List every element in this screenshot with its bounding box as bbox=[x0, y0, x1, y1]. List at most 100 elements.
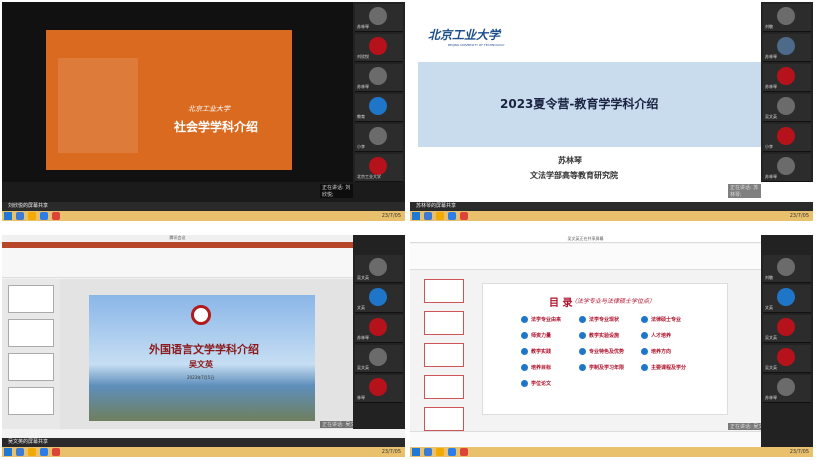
slide-thumbnail[interactable] bbox=[8, 285, 54, 313]
share-bar[interactable]: 吴文英的屏幕共享 bbox=[2, 438, 405, 447]
start-icon[interactable] bbox=[412, 448, 420, 456]
toc-item: 教学实验设施 bbox=[579, 332, 619, 339]
toc-item: 师资力量 bbox=[521, 332, 551, 339]
toc-item: 培养目标 bbox=[521, 364, 551, 371]
participant-panel[interactable]: 刘敬 苏林琴 苏林琴 吴文英 小李 苏林琴 bbox=[761, 2, 813, 182]
slide: 北京工业大学 社会学学科介绍 bbox=[46, 30, 292, 170]
participant-panel[interactable]: 吴文英 文英 苏林琴 吴文英 林琴 bbox=[353, 235, 405, 429]
participant-tile[interactable]: 林琴 bbox=[355, 375, 403, 403]
slide-thumbnail[interactable] bbox=[424, 311, 464, 335]
slide-presenter: 吴文英 bbox=[189, 359, 213, 369]
participant-tile[interactable]: 刘敬 bbox=[763, 255, 811, 283]
slide-thumbnail[interactable] bbox=[424, 343, 464, 367]
participant-tile[interactable]: 吴文英 bbox=[763, 94, 811, 122]
participant-tile[interactable]: 苏林琴 bbox=[355, 4, 403, 32]
participant-tile[interactable]: 苏林琴 bbox=[763, 375, 811, 403]
folder-icon[interactable] bbox=[436, 212, 444, 220]
share-bar[interactable]: 刘欣悦的屏幕共享 bbox=[2, 202, 405, 211]
participant-tile[interactable]: 苏林琴 bbox=[763, 64, 811, 92]
bullet-icon bbox=[579, 316, 586, 323]
participant-tile[interactable]: 教育 bbox=[355, 94, 403, 122]
app-icon[interactable] bbox=[424, 212, 432, 220]
slide-thumbnail[interactable] bbox=[424, 279, 464, 303]
bullet-icon bbox=[521, 348, 528, 355]
slide-thumbnail[interactable] bbox=[424, 407, 464, 431]
bullet-icon bbox=[521, 380, 528, 387]
participant-tile[interactable]: 苏林琴 bbox=[763, 34, 811, 62]
toc-item: 主要课程及学分 bbox=[641, 364, 686, 371]
participant-tile[interactable]: 吴文英 bbox=[355, 345, 403, 373]
participant-tile[interactable]: 文英 bbox=[355, 285, 403, 313]
folder-icon[interactable] bbox=[28, 448, 36, 456]
app-icon[interactable] bbox=[424, 448, 432, 456]
clock: 23/7/05 bbox=[789, 213, 809, 219]
share-bar[interactable]: 苏林琴的屏幕共享 bbox=[410, 202, 813, 211]
slide-canvas[interactable]: 外国语言文学学科介绍 吴文英 2023年7月5日 bbox=[60, 279, 353, 429]
folder-icon[interactable] bbox=[28, 212, 36, 220]
meeting-window-education: 北京工业大学 BEIJING UNIVERSITY OF TECHNOLOGY … bbox=[410, 2, 813, 221]
windows-taskbar[interactable]: 23/7/05 bbox=[410, 447, 813, 457]
chrome-icon[interactable] bbox=[460, 448, 468, 456]
toc-item: 专业特色及优势 bbox=[579, 348, 624, 355]
participant-tile[interactable]: 小李 bbox=[355, 124, 403, 152]
shared-screen: 北京工业大学 社会学学科介绍 正在讲话: 刘欣悦; bbox=[2, 2, 353, 198]
participant-tile[interactable]: 吴文英 bbox=[355, 255, 403, 283]
chrome-icon[interactable] bbox=[52, 448, 60, 456]
slide-title: 外国语言文学学科介绍 bbox=[149, 343, 259, 356]
participant-tile[interactable]: 苏林琴 bbox=[763, 154, 811, 182]
participant-tile[interactable]: 小李 bbox=[763, 124, 811, 152]
bullet-icon bbox=[641, 348, 648, 355]
slide-thumbnail[interactable] bbox=[8, 387, 54, 415]
browser-icon[interactable] bbox=[448, 212, 456, 220]
start-icon[interactable] bbox=[412, 212, 420, 220]
start-icon[interactable] bbox=[4, 212, 12, 220]
participant-tile[interactable]: 北京工业大学 bbox=[355, 154, 403, 182]
chrome-icon[interactable] bbox=[460, 212, 468, 220]
slide-thumbnails[interactable] bbox=[410, 271, 475, 431]
bullet-icon bbox=[641, 364, 648, 371]
toc-item: 人才培养 bbox=[641, 332, 671, 339]
chrome-icon[interactable] bbox=[52, 212, 60, 220]
ribbon[interactable] bbox=[2, 248, 353, 278]
participant-tile[interactable]: 刘敬 bbox=[763, 4, 811, 32]
meeting-toolbar[interactable] bbox=[410, 431, 761, 447]
toc-item: 培养方向 bbox=[641, 348, 671, 355]
clock: 23/7/05 bbox=[381, 449, 401, 455]
slide-title: 2023夏令营-教育学学科介绍 bbox=[500, 97, 659, 111]
slide-thumbnails[interactable] bbox=[2, 279, 60, 429]
clock: 23/7/05 bbox=[381, 213, 401, 219]
browser-icon[interactable] bbox=[448, 448, 456, 456]
window-title: 吴文英正在共享屏幕 bbox=[410, 235, 761, 243]
windows-taskbar[interactable]: 23/7/05 bbox=[410, 211, 813, 221]
wps-toolbar[interactable] bbox=[410, 244, 761, 270]
participant-tile[interactable]: 吴文英 bbox=[763, 345, 811, 373]
toc-slide: 目 录 （法学专业与法律硕士学位点） 法学专业由来 法学专业现状 法律硕士专业 … bbox=[482, 283, 728, 415]
app-icon[interactable] bbox=[16, 212, 24, 220]
folder-icon[interactable] bbox=[436, 448, 444, 456]
windows-taskbar[interactable]: 23/7/05 bbox=[2, 211, 405, 221]
bullet-icon bbox=[521, 316, 528, 323]
bullet-icon bbox=[641, 332, 648, 339]
slide-thumbnail[interactable] bbox=[8, 319, 54, 347]
windows-taskbar[interactable]: 23/7/05 bbox=[2, 447, 405, 457]
logo-subtitle: BEIJING UNIVERSITY OF TECHNOLOGY bbox=[448, 43, 505, 47]
bullet-icon bbox=[579, 364, 586, 371]
slide-thumbnail[interactable] bbox=[424, 375, 464, 399]
participant-panel[interactable]: 刘敬 文英 吴文英 吴文英 苏林琴 bbox=[761, 235, 813, 447]
participant-tile[interactable]: 苏林琴 bbox=[355, 315, 403, 343]
browser-icon[interactable] bbox=[40, 212, 48, 220]
slide-presenter: 苏林琴 bbox=[558, 156, 582, 165]
start-icon[interactable] bbox=[4, 448, 12, 456]
browser-icon[interactable] bbox=[40, 448, 48, 456]
slide-school: 北京工业大学 bbox=[188, 105, 230, 113]
participant-tile[interactable]: 刘欣悦 bbox=[355, 34, 403, 62]
slide-thumbnail[interactable] bbox=[8, 353, 54, 381]
app-icon[interactable] bbox=[16, 448, 24, 456]
toc-title: 目 录 bbox=[549, 298, 573, 309]
toc-subtitle: （法学专业与法律硕士学位点） bbox=[571, 298, 656, 305]
participant-panel[interactable]: 苏林琴 刘欣悦 苏林琴 教育 小李 北京工业大学 bbox=[353, 2, 405, 182]
speaker-indicator: 正在讲话: 苏林琴; bbox=[728, 184, 761, 198]
participant-tile[interactable]: 文英 bbox=[763, 285, 811, 313]
participant-tile[interactable]: 苏林琴 bbox=[355, 64, 403, 92]
participant-tile[interactable]: 吴文英 bbox=[763, 315, 811, 343]
